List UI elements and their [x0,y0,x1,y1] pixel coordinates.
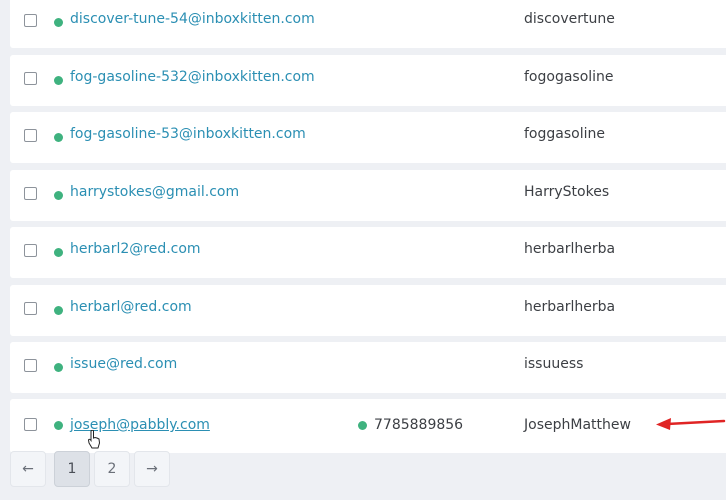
status-dot-icon [54,191,63,200]
table-row: discover-tune-54@inboxkitten.com discove… [10,0,726,48]
table-row: joseph@pabbly.com 7785889856 JosephMatth… [10,399,726,453]
row-checkbox[interactable] [24,14,37,27]
email-link[interactable]: herbarl@red.com [70,299,192,315]
page-button-1[interactable]: 1 [54,451,90,487]
contact-name: JosephMatthew [524,417,631,433]
status-dot-icon [54,248,63,257]
contact-name: herbarlherba [524,299,616,315]
red-arrow-icon [656,418,726,430]
row-checkbox[interactable] [24,302,37,315]
status-dot-icon [54,76,63,85]
row-checkbox[interactable] [24,187,37,200]
email-link[interactable]: herbarl2@red.com [70,241,201,257]
table-row: issue@red.com issuuess [10,342,726,393]
status-dot-icon [54,133,63,142]
contact-name: HarryStokes [524,184,610,200]
row-checkbox[interactable] [24,244,37,257]
contact-name: herbarlherba [524,241,616,257]
status-dot-icon [54,421,63,430]
contact-name: foggasoline [524,126,605,142]
phone-status-dot-icon [358,421,367,430]
table-row: fog-gasoline-532@inboxkitten.com fogogas… [10,55,726,106]
contact-name: fogogasoline [524,69,614,85]
table-row: herbarl2@red.com herbarlherba [10,227,726,278]
email-link[interactable]: fog-gasoline-532@inboxkitten.com [70,69,315,85]
email-link[interactable]: discover-tune-54@inboxkitten.com [70,11,315,27]
contact-name: discovertune [524,11,615,27]
contact-phone: 7785889856 [374,417,464,433]
status-dot-icon [54,306,63,315]
table-row: fog-gasoline-53@inboxkitten.com foggasol… [10,112,726,163]
table-row: harrystokes@gmail.com HarryStokes [10,170,726,221]
row-checkbox[interactable] [24,359,37,372]
status-dot-icon [54,363,63,372]
prev-page-button[interactable]: ← [10,451,46,487]
contact-name: issuuess [524,356,584,372]
status-dot-icon [54,18,63,27]
row-checkbox[interactable] [24,72,37,85]
next-page-button[interactable]: → [134,451,170,487]
table-row: herbarl@red.com herbarlherba [10,285,726,336]
hand-pointer-icon [87,430,101,449]
email-link[interactable]: issue@red.com [70,356,177,372]
page-button-2[interactable]: 2 [94,451,130,487]
row-checkbox[interactable] [24,129,37,142]
email-link[interactable]: harrystokes@gmail.com [70,184,239,200]
email-link[interactable]: fog-gasoline-53@inboxkitten.com [70,126,306,142]
row-checkbox[interactable] [24,418,37,431]
